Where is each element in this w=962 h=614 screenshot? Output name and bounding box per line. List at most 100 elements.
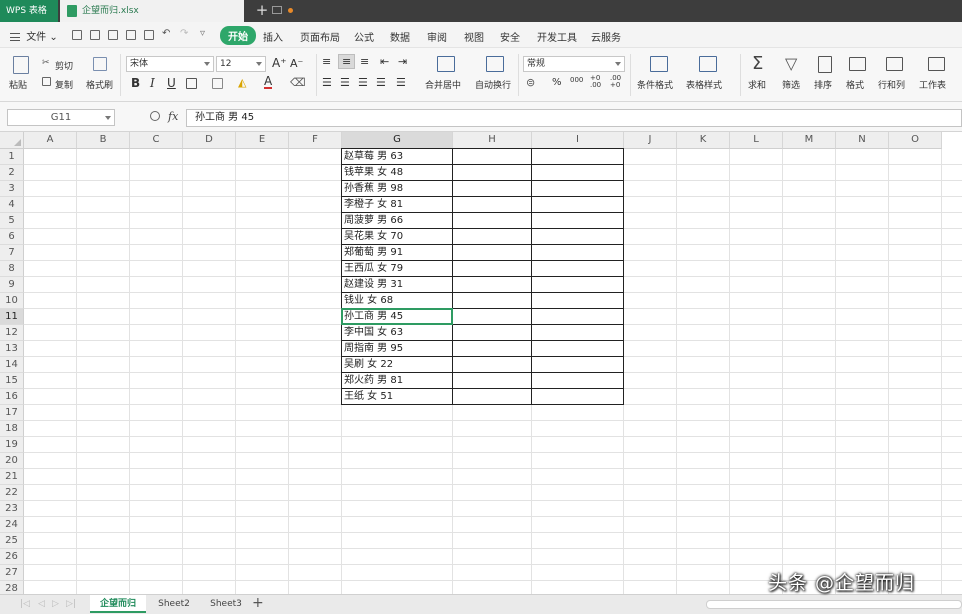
- justify-icon[interactable]: ☰: [376, 76, 386, 89]
- border-style-icon[interactable]: [212, 78, 223, 89]
- menu-tab-developer[interactable]: 开发工具: [537, 29, 577, 44]
- decrease-decimal-button[interactable]: .00 +0: [610, 75, 626, 89]
- column-header-i[interactable]: I: [532, 132, 624, 149]
- open-folder-icon[interactable]: [72, 30, 82, 40]
- menu-tab-formulas[interactable]: 公式: [354, 29, 374, 44]
- bold-button[interactable]: B: [131, 76, 140, 90]
- align-right-icon[interactable]: ☰: [358, 76, 368, 89]
- table-cell[interactable]: 赵建设 男 31: [342, 277, 453, 293]
- format-button[interactable]: 格式: [846, 78, 864, 91]
- menu-tab-insert[interactable]: 插入: [263, 29, 283, 44]
- increase-decimal-button[interactable]: +0 .00: [590, 75, 606, 89]
- table-cell[interactable]: 郑火药 男 81: [342, 373, 453, 389]
- menu-tab-data[interactable]: 数据: [390, 29, 410, 44]
- column-header-f[interactable]: F: [289, 132, 342, 149]
- menu-tab-review[interactable]: 审阅: [427, 29, 447, 44]
- horizontal-scrollbar[interactable]: [706, 600, 962, 609]
- last-sheet-icon[interactable]: ▷|: [66, 599, 76, 609]
- row-header-9[interactable]: 9: [0, 277, 24, 293]
- zoom-icon[interactable]: [150, 111, 160, 121]
- row-header-2[interactable]: 2: [0, 165, 24, 181]
- row-header-17[interactable]: 17: [0, 405, 24, 421]
- font-size-select[interactable]: 12: [216, 56, 266, 72]
- table-cell[interactable]: 孙香蕉 男 98: [342, 181, 453, 197]
- table-cell[interactable]: 李橙子 女 81: [342, 197, 453, 213]
- borders-icon[interactable]: [186, 78, 197, 89]
- menu-tab-cloud[interactable]: 云服务: [591, 29, 621, 44]
- row-header-1[interactable]: 1: [0, 149, 24, 165]
- number-format-select[interactable]: 常规: [523, 56, 625, 72]
- paste-button[interactable]: 粘贴: [9, 78, 27, 91]
- row-header-13[interactable]: 13: [0, 341, 24, 357]
- align-left-icon[interactable]: ☰: [322, 76, 332, 89]
- table-cell[interactable]: 钱苹果 女 48: [342, 165, 453, 181]
- table-cell[interactable]: 李中国 女 63: [342, 325, 453, 341]
- currency-icon[interactable]: ⊜: [526, 76, 535, 89]
- row-header-4[interactable]: 4: [0, 197, 24, 213]
- row-header-10[interactable]: 10: [0, 293, 24, 309]
- row-header-6[interactable]: 6: [0, 229, 24, 245]
- row-col-button[interactable]: 行和列: [878, 78, 905, 91]
- table-style-button[interactable]: 表格样式: [686, 78, 722, 91]
- prev-sheet-icon[interactable]: ◁: [38, 599, 45, 609]
- row-header-14[interactable]: 14: [0, 357, 24, 373]
- table-cell[interactable]: 吴花果 女 70: [342, 229, 453, 245]
- copy-button[interactable]: 复制: [55, 78, 73, 91]
- table-cell[interactable]: 周菠萝 男 66: [342, 213, 453, 229]
- row-header-7[interactable]: 7: [0, 245, 24, 261]
- column-header-c[interactable]: C: [130, 132, 183, 149]
- print-preview-icon[interactable]: [144, 30, 154, 40]
- italic-button[interactable]: I: [150, 76, 155, 90]
- underline-button[interactable]: U: [167, 76, 176, 90]
- decrease-font-icon[interactable]: A⁻: [290, 57, 303, 70]
- align-top-icon[interactable]: ≡: [322, 55, 331, 68]
- table-cell[interactable]: 王纸 女 51: [342, 389, 453, 405]
- row-header-27[interactable]: 27: [0, 565, 24, 581]
- format-painter-button[interactable]: 格式刷: [86, 78, 113, 91]
- decrease-indent-icon[interactable]: ⇤: [380, 55, 389, 68]
- print-icon[interactable]: [126, 30, 136, 40]
- row-header-23[interactable]: 23: [0, 501, 24, 517]
- cut-button[interactable]: 剪切: [55, 59, 73, 72]
- file-tab[interactable]: 企望而归.xlsx: [60, 0, 293, 22]
- font-color-button[interactable]: A: [264, 75, 273, 89]
- menu-tab-security[interactable]: 安全: [500, 29, 520, 44]
- column-header-k[interactable]: K: [677, 132, 730, 149]
- row-header-19[interactable]: 19: [0, 437, 24, 453]
- row-header-18[interactable]: 18: [0, 421, 24, 437]
- spreadsheet-grid[interactable]: A B C D E F G H I J K L M N O 1 2 3 4 5 6 7 8 9 10 11 12 13 14 15 16 17…: [0, 132, 962, 594]
- row-header-20[interactable]: 20: [0, 453, 24, 469]
- distributed-icon[interactable]: ☰: [396, 76, 406, 89]
- row-header-24[interactable]: 24: [0, 517, 24, 533]
- select-all-corner[interactable]: [0, 132, 24, 149]
- increase-indent-icon[interactable]: ⇥: [398, 55, 407, 68]
- new-tab-button[interactable]: +: [252, 0, 272, 22]
- file-menu-button[interactable]: 文件 ⌄: [10, 28, 58, 43]
- font-name-select[interactable]: 宋体: [126, 56, 214, 72]
- column-header-n[interactable]: N: [836, 132, 889, 149]
- align-bottom-icon[interactable]: ≡: [360, 55, 369, 68]
- row-header-22[interactable]: 22: [0, 485, 24, 501]
- column-header-e[interactable]: E: [236, 132, 289, 149]
- row-header-5[interactable]: 5: [0, 213, 24, 229]
- name-box[interactable]: G11: [7, 109, 115, 126]
- menu-tab-view[interactable]: 视图: [464, 29, 484, 44]
- app-tab[interactable]: WPS 表格: [0, 0, 58, 22]
- increase-font-icon[interactable]: A⁺: [272, 56, 287, 70]
- table-cell[interactable]: 钱业 女 68: [342, 293, 453, 309]
- table-cell[interactable]: 周指南 男 95: [342, 341, 453, 357]
- wrap-text-button[interactable]: 自动换行: [475, 78, 511, 91]
- conditional-format-button[interactable]: 条件格式: [637, 78, 673, 91]
- align-center-icon[interactable]: ☰: [340, 76, 350, 89]
- export-pdf-icon[interactable]: [108, 30, 118, 40]
- insert-function-button[interactable]: fx: [168, 110, 178, 123]
- sort-button[interactable]: 排序: [814, 78, 832, 91]
- customize-toolbar-icon[interactable]: ▿: [200, 28, 205, 39]
- column-header-g[interactable]: G: [342, 132, 453, 149]
- row-header-26[interactable]: 26: [0, 549, 24, 565]
- column-header-j[interactable]: J: [624, 132, 677, 149]
- row-header-16[interactable]: 16: [0, 389, 24, 405]
- sheet-tab-main[interactable]: 企望而归: [90, 595, 146, 613]
- paste-icon[interactable]: [13, 56, 29, 74]
- column-header-a[interactable]: A: [24, 132, 77, 149]
